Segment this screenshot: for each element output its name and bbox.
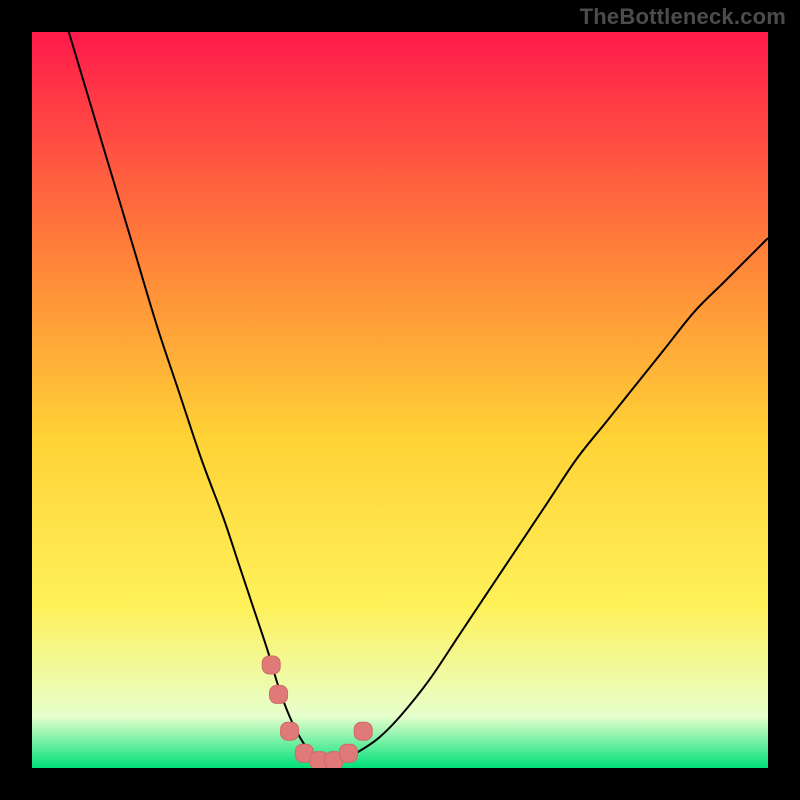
watermark-text: TheBottleneck.com [580,4,786,30]
curve-marker [270,685,288,703]
plot-area [32,32,768,768]
curve-marker [354,722,372,740]
chart-svg [32,32,768,768]
curve-marker [281,722,299,740]
chart-frame: TheBottleneck.com [0,0,800,800]
gradient-background [32,32,768,768]
curve-marker [262,656,280,674]
curve-marker [339,744,357,762]
